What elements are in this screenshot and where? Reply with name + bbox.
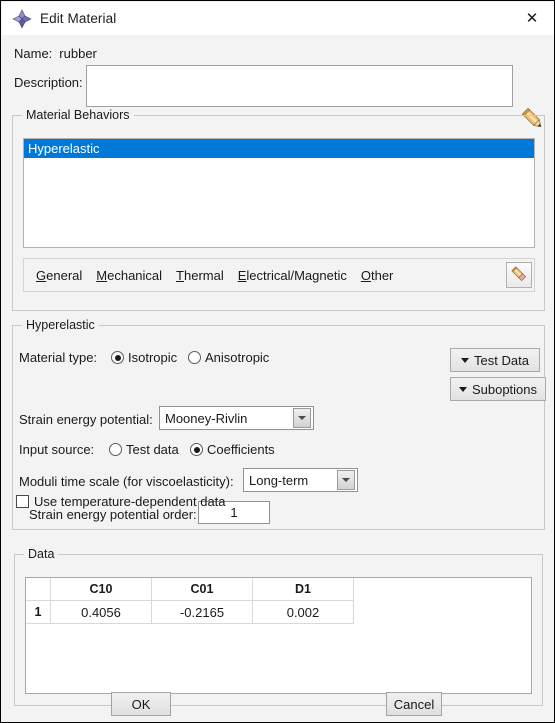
column-header-c01[interactable]: C01 bbox=[151, 578, 253, 601]
radio-coefficients[interactable]: Coefficients bbox=[190, 442, 275, 457]
material-name-row: Name: rubber bbox=[14, 46, 97, 61]
menu-mechanical-rest: echanical bbox=[107, 267, 163, 283]
material-behaviors-list[interactable]: Hyperelastic bbox=[23, 138, 535, 248]
name-label: Name: bbox=[14, 46, 53, 61]
radio-anisotropic-label: Anisotropic bbox=[205, 350, 270, 365]
eraser-pencil-icon bbox=[510, 265, 528, 286]
menu-other[interactable]: Other bbox=[361, 268, 394, 283]
column-header-d1[interactable]: D1 bbox=[252, 578, 354, 601]
list-item[interactable]: Hyperelastic bbox=[24, 139, 534, 158]
material-behaviors-label: Material Behaviors bbox=[22, 108, 134, 122]
moduli-time-scale-select[interactable]: Long-term bbox=[243, 468, 358, 492]
moduli-time-scale-label: Moduli time scale (for viscoelasticity): bbox=[19, 474, 234, 489]
menu-electrical-rest: lectrical/Magnetic bbox=[246, 267, 347, 283]
radio-test-data-label: Test data bbox=[126, 442, 179, 457]
menu-general[interactable]: General bbox=[36, 268, 82, 283]
cell-c10[interactable]: 0.4056 bbox=[50, 600, 152, 624]
chevron-down-icon bbox=[461, 357, 470, 363]
radio-coefficients-label: Coefficients bbox=[207, 442, 275, 457]
table-row[interactable]: 1 0.4056 -0.2165 0.002 bbox=[26, 600, 354, 624]
chevron-down-icon[interactable] bbox=[337, 470, 355, 490]
strain-energy-potential-value: Mooney-Rivlin bbox=[165, 410, 248, 426]
checkbox-indicator bbox=[16, 495, 29, 508]
chevron-down-icon bbox=[458, 386, 467, 392]
radio-test-data-indicator bbox=[109, 443, 122, 456]
radio-isotropic[interactable]: Isotropic bbox=[111, 350, 177, 365]
menu-other-rest: ther bbox=[370, 267, 394, 283]
cell-d1[interactable]: 0.002 bbox=[252, 600, 354, 624]
cancel-button[interactable]: Cancel bbox=[386, 692, 442, 716]
ok-button[interactable]: OK bbox=[111, 692, 171, 716]
test-data-button[interactable]: Test Data bbox=[450, 348, 540, 372]
moduli-time-scale-value: Long-term bbox=[249, 472, 309, 488]
material-behaviors-group: Material Behaviors Hyperelastic General … bbox=[12, 108, 545, 311]
menu-other-mnemonic: O bbox=[360, 267, 371, 283]
material-type-label: Material type: bbox=[19, 350, 98, 365]
temperature-dependent-checkbox[interactable]: Use temperature-dependent data bbox=[16, 494, 226, 509]
menu-general-rest: eneral bbox=[46, 267, 83, 283]
radio-test-data[interactable]: Test data bbox=[109, 442, 179, 457]
close-icon[interactable]: ✕ bbox=[509, 2, 554, 34]
data-group-label: Data bbox=[24, 547, 59, 561]
strain-energy-potential-select[interactable]: Mooney-Rivlin bbox=[159, 406, 314, 430]
table-header-row: C10 C01 D1 bbox=[26, 578, 354, 601]
input-source-label: Input source: bbox=[19, 442, 95, 457]
column-header-c10[interactable]: C10 bbox=[50, 578, 152, 601]
edit-material-dialog: Edit Material ✕ Name: rubber Description: bbox=[0, 0, 555, 723]
suboptions-button[interactable]: Suboptions bbox=[450, 377, 546, 401]
window-title: Edit Material bbox=[40, 11, 117, 26]
radio-coefficients-indicator bbox=[190, 443, 203, 456]
radio-anisotropic-indicator bbox=[188, 351, 201, 364]
radio-anisotropic[interactable]: Anisotropic bbox=[188, 350, 269, 365]
strain-energy-order-label: Strain energy potential order: bbox=[29, 507, 197, 522]
strain-energy-potential-label: Strain energy potential: bbox=[19, 412, 153, 427]
description-label: Description: bbox=[14, 75, 83, 90]
name-value: rubber bbox=[59, 46, 97, 61]
radio-isotropic-label: Isotropic bbox=[128, 350, 178, 365]
menu-general-mnemonic: G bbox=[36, 267, 47, 283]
hyperelastic-label: Hyperelastic bbox=[22, 318, 99, 332]
menu-electrical-magnetic[interactable]: Electrical/Magnetic bbox=[238, 268, 347, 283]
menu-mechanical-mnemonic: M bbox=[96, 267, 108, 283]
menu-thermal-mnemonic: T bbox=[176, 267, 184, 283]
cell-c01[interactable]: -0.2165 bbox=[151, 600, 253, 624]
eraser-pencil-button[interactable] bbox=[506, 262, 532, 288]
behavior-menu-bar: General Mechanical Thermal Electrical/Ma… bbox=[23, 258, 535, 292]
menu-thermal-rest: hermal bbox=[184, 267, 224, 283]
coefficients-table[interactable]: C10 C01 D1 1 0.4056 -0.2165 0.002 bbox=[25, 577, 532, 694]
test-data-label: Test Data bbox=[474, 352, 529, 368]
row-header-1[interactable]: 1 bbox=[26, 600, 51, 624]
menu-thermal[interactable]: Thermal bbox=[176, 268, 224, 283]
title-bar: Edit Material ✕ bbox=[2, 2, 554, 35]
data-group: Data C10 C01 D1 1 0.4056 -0.2165 0.002 bbox=[14, 547, 543, 706]
dialog-body: Name: rubber Description: Material Behavi… bbox=[2, 35, 554, 722]
description-input[interactable] bbox=[86, 65, 513, 107]
chevron-down-icon[interactable] bbox=[293, 408, 311, 428]
menu-mechanical[interactable]: Mechanical bbox=[96, 268, 162, 283]
temperature-dependent-label: Use temperature-dependent data bbox=[34, 494, 226, 509]
suboptions-label: Suboptions bbox=[471, 381, 538, 397]
radio-isotropic-indicator bbox=[111, 351, 124, 364]
abaqus-diamond-icon bbox=[11, 8, 33, 30]
table-corner-cell[interactable] bbox=[26, 578, 51, 601]
